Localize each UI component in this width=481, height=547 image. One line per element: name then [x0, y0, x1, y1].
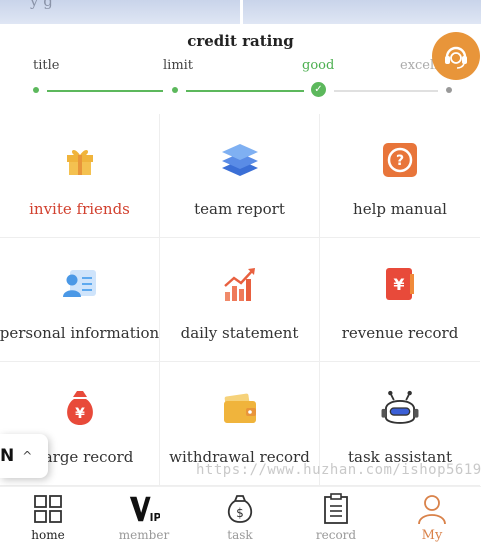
language-switcher[interactable]: N ^ [0, 434, 48, 478]
chevron-up-icon: ^ [22, 449, 33, 463]
banner-separator [240, 0, 243, 24]
tab-member[interactable]: IP member [96, 493, 192, 542]
grid-item-label: help manual [353, 200, 447, 218]
progress-track-filled [186, 90, 304, 92]
bar-chart-icon [218, 262, 262, 306]
progress-dot [172, 87, 178, 93]
tab-label: member [118, 528, 170, 542]
grid-item-label: revenue record [341, 324, 459, 342]
grid-item-label: personal information [0, 324, 160, 342]
svg-text:¥: ¥ [393, 275, 404, 294]
grid-item-personal-information[interactable]: personal information [0, 238, 160, 362]
home-grid-icon [32, 493, 64, 525]
credit-rating-title: credit rating [187, 32, 294, 50]
gift-icon [58, 138, 102, 182]
tab-label: home [31, 528, 65, 542]
grid-item-revenue-record[interactable]: ¥ revenue record [320, 238, 480, 362]
svg-text:¥: ¥ [75, 406, 85, 422]
credit-stage-good: good [302, 58, 335, 73]
wallet-icon [218, 386, 262, 430]
layers-icon [218, 138, 262, 182]
watermark-text: https://www.huzhan.com/ishop56196 [196, 462, 481, 478]
tab-task[interactable]: $ task [192, 493, 288, 542]
help-icon: ? [378, 138, 422, 182]
bottom-tab-bar: home IP member $ task record My [0, 486, 481, 547]
svg-text:?: ? [396, 153, 404, 169]
banner-text-fragment: y g [30, 0, 53, 10]
tab-my[interactable]: My [384, 493, 480, 543]
yen-envelope-icon: ¥ [378, 262, 422, 306]
grid-item-help-manual[interactable]: ? help manual [320, 114, 480, 238]
customer-service-button[interactable] [432, 32, 480, 80]
contact-card-icon [58, 262, 102, 306]
svg-text:$: $ [236, 506, 244, 520]
grid-item-label: team report [194, 200, 285, 218]
progress-track-filled [47, 90, 163, 92]
grid-item-invite-friends[interactable]: invite friends [0, 114, 160, 238]
progress-dot [33, 87, 39, 93]
money-bag-outline-icon: $ [224, 493, 256, 525]
robot-icon [378, 386, 422, 430]
progress-check-icon: ✓ [311, 82, 326, 97]
tab-record[interactable]: record [288, 493, 384, 542]
tab-label: My [421, 528, 443, 543]
progress-dot [446, 87, 452, 93]
tab-home[interactable]: home [0, 493, 96, 542]
money-bag-icon: ¥ [58, 386, 102, 430]
vip-icon: IP [128, 493, 160, 525]
grid-item-label: invite friends [29, 200, 130, 218]
svg-text:IP: IP [150, 512, 160, 524]
clipboard-icon [320, 493, 352, 525]
grid-item-label: daily statement [180, 324, 299, 342]
top-banner: y g [0, 0, 481, 24]
language-code: N [0, 446, 15, 466]
grid-item-daily-statement[interactable]: daily statement [160, 238, 320, 362]
credit-stage-limit: limit [163, 58, 194, 73]
user-icon [416, 493, 448, 525]
credit-stage-title: title [33, 58, 60, 73]
progress-track-empty [334, 90, 438, 92]
headset-icon [445, 46, 467, 69]
grid-item-team-report[interactable]: team report [160, 114, 320, 238]
tab-label: task [227, 528, 253, 542]
credit-rating-panel: credit rating title limit good excell ✓ [0, 24, 481, 114]
tab-label: record [315, 528, 357, 542]
feature-grid: invite friends team report ? help manual [0, 114, 481, 486]
